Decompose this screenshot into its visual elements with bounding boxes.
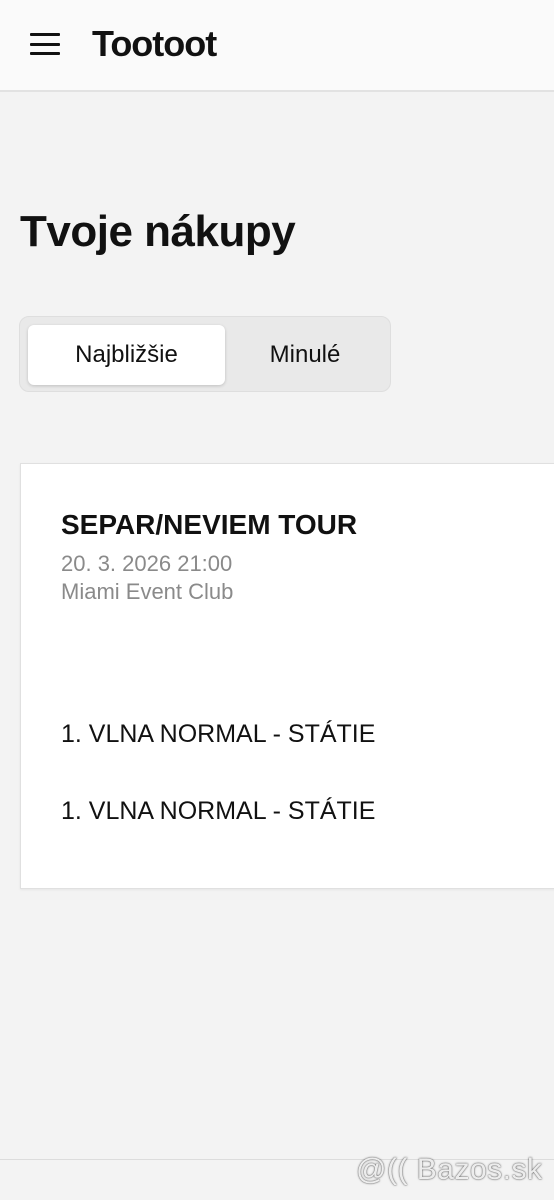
event-date: 20. 3. 2026 21:00	[61, 551, 233, 576]
order-card[interactable]: SEPAR/NEVIEM TOUR 20. 3. 2026 21:00 Miam…	[20, 463, 554, 889]
ticket-item: 1. VLNA NORMAL - STÁTIE	[61, 720, 376, 748]
menu-line	[30, 42, 60, 46]
hamburger-menu-icon[interactable]	[30, 30, 64, 58]
watermark: @(( Bazos.sk	[356, 1153, 543, 1186]
ticket-item: 1. VLNA NORMAL - STÁTIE	[61, 797, 376, 825]
event-title: SEPAR/NEVIEM TOUR	[61, 509, 358, 540]
purchase-tabs: Najbližšie Minulé	[19, 316, 391, 392]
event-venue: Miami Event Club	[61, 579, 234, 604]
menu-line	[30, 33, 60, 36]
app-header: Tootoot	[0, 0, 554, 92]
tab-upcoming[interactable]: Najbližšie	[28, 325, 225, 385]
page-title: Tvoje nákupy	[20, 207, 296, 256]
tab-past[interactable]: Minulé	[225, 325, 385, 385]
menu-line	[30, 52, 60, 55]
brand-logo[interactable]: Tootoot	[92, 22, 217, 66]
